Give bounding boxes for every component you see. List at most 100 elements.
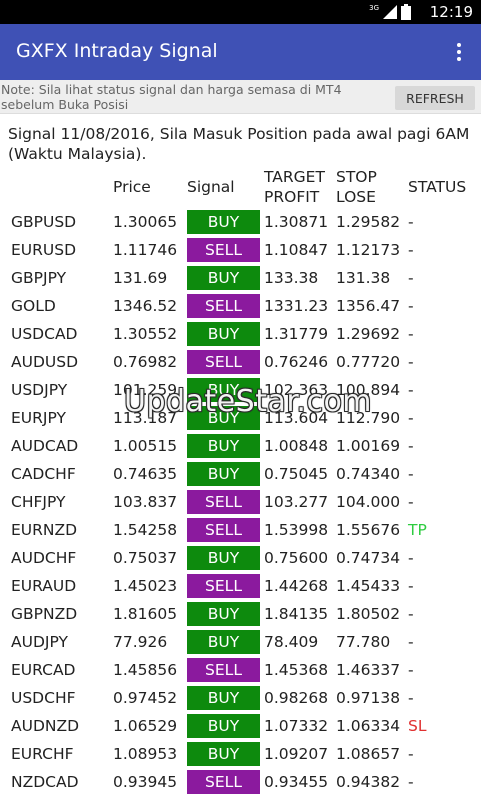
status-value: SL <box>408 717 427 735</box>
table-row: AUDNZD 1.06529 BUY 1.07332 1.06334 SL <box>0 712 481 740</box>
buy-badge: BUY <box>187 546 260 570</box>
pair-name: EURCHF <box>11 745 74 763</box>
buy-badge: BUY <box>187 742 260 766</box>
sell-badge: SELL <box>187 574 260 598</box>
table-row: CHFJPY 103.837 SELL 103.277 104.000- <box>0 488 481 516</box>
status-value: - <box>408 325 414 343</box>
table-row: AUDJPY 77.926 BUY 78.409 77.780- <box>0 628 481 656</box>
stop-lose-value: 1.00169 <box>336 437 401 455</box>
buy-badge: BUY <box>187 686 260 710</box>
buy-badge: BUY <box>187 602 260 626</box>
target-profit-value: 0.75045 <box>264 465 329 483</box>
status-value: - <box>408 241 414 259</box>
header-signal: Signal <box>187 178 235 196</box>
table-row: EURJPY 113.187 BUY 113.604 112.790- <box>0 404 481 432</box>
price-value: 77.926 <box>113 633 168 651</box>
stop-lose-value: 1.12173 <box>336 241 401 259</box>
buy-badge: BUY <box>187 630 260 654</box>
stop-lose-value: 1.06334 <box>336 717 401 735</box>
status-value: - <box>408 409 414 427</box>
price-value: 1.30065 <box>113 213 178 231</box>
sell-badge: SELL <box>187 238 260 262</box>
price-value: 0.76982 <box>113 353 178 371</box>
target-profit-value: 103.277 <box>264 493 329 511</box>
stop-lose-value: 77.780 <box>336 633 391 651</box>
status-value: - <box>408 745 414 763</box>
buy-badge: BUY <box>187 406 260 430</box>
status-value: - <box>408 633 414 651</box>
price-value: 1.45023 <box>113 577 178 595</box>
table-row: USDCAD 1.30552 BUY 1.31779 1.29692- <box>0 320 481 348</box>
battery-icon <box>401 4 411 20</box>
target-profit-value: 0.98268 <box>264 689 329 707</box>
status-value: - <box>408 661 414 679</box>
table-row: GBPUSD 1.30065 BUY 1.30871 1.29582- <box>0 208 481 236</box>
price-value: 1.00515 <box>113 437 178 455</box>
sell-badge: SELL <box>187 658 260 682</box>
sell-badge: SELL <box>187 350 260 374</box>
table-row: EURNZD 1.54258 SELL 1.53998 1.55676 TP <box>0 516 481 544</box>
pair-name: CHFJPY <box>11 493 66 511</box>
buy-badge: BUY <box>187 714 260 738</box>
table-row: GBPJPY 131.69 BUY 133.38 131.38- <box>0 264 481 292</box>
header-tp-line2: PROFIT <box>264 188 320 206</box>
status-value: - <box>408 689 414 707</box>
signal-info: Signal 11/08/2016, Sila Masuk Position p… <box>8 125 470 163</box>
pair-name: EURNZD <box>11 521 78 539</box>
price-value: 1.11746 <box>113 241 178 259</box>
status-value: - <box>408 605 414 623</box>
stop-lose-value: 1.08657 <box>336 745 401 763</box>
stop-lose-value: 112.790 <box>336 409 401 427</box>
status-value: - <box>408 577 414 595</box>
status-value: - <box>408 773 414 791</box>
pair-name: USDCAD <box>11 325 78 343</box>
pair-name: AUDCHF <box>11 549 77 567</box>
status-value: - <box>408 353 414 371</box>
pair-name: AUDJPY <box>11 633 68 651</box>
target-profit-value: 1.30871 <box>264 213 329 231</box>
pair-name: EURUSD <box>11 241 77 259</box>
price-value: 101.259 <box>113 381 178 399</box>
more-vert-icon[interactable] <box>447 40 471 64</box>
price-value: 1.30552 <box>113 325 178 343</box>
refresh-button[interactable]: REFRESH <box>395 86 475 110</box>
stop-lose-value: 1.45433 <box>336 577 401 595</box>
table-row: AUDUSD 0.76982 SELL 0.76246 0.77720- <box>0 348 481 376</box>
table-row: USDJPY 101.259 BUY 102.363 100.894- <box>0 376 481 404</box>
stop-lose-value: 0.74340 <box>336 465 401 483</box>
price-value: 0.97452 <box>113 689 178 707</box>
stop-lose-value: 0.77720 <box>336 353 401 371</box>
sell-badge: SELL <box>187 294 260 318</box>
price-value: 0.75037 <box>113 549 178 567</box>
stop-lose-value: 0.74734 <box>336 549 401 567</box>
price-value: 1.45856 <box>113 661 178 679</box>
table-row: EURCHF 1.08953 BUY 1.09207 1.08657- <box>0 740 481 768</box>
buy-badge: BUY <box>187 266 260 290</box>
pair-name: EURAUD <box>11 577 77 595</box>
table-row: AUDCAD 1.00515 BUY 1.00848 1.00169- <box>0 432 481 460</box>
table-row: GBPNZD 1.81605 BUY 1.84135 1.80502- <box>0 600 481 628</box>
stop-lose-value: 1.29692 <box>336 325 401 343</box>
header-status: STATUS <box>408 178 467 196</box>
stop-lose-value: 1.80502 <box>336 605 401 623</box>
table-row: EURUSD 1.11746 SELL 1.10847 1.12173- <box>0 236 481 264</box>
price-value: 1.06529 <box>113 717 178 735</box>
buy-badge: BUY <box>187 322 260 346</box>
target-profit-value: 1.45368 <box>264 661 329 679</box>
target-profit-value: 1.84135 <box>264 605 329 623</box>
pair-name: GBPNZD <box>11 605 78 623</box>
table-row: EURAUD 1.45023 SELL 1.44268 1.45433- <box>0 572 481 600</box>
sell-badge: SELL <box>187 518 260 542</box>
status-value: - <box>408 297 414 315</box>
buy-badge: BUY <box>187 434 260 458</box>
pair-name: CADCHF <box>11 465 76 483</box>
target-profit-value: 1.31779 <box>264 325 329 343</box>
stop-lose-value: 0.97138 <box>336 689 401 707</box>
sell-badge: SELL <box>187 770 260 794</box>
target-profit-value: 1.09207 <box>264 745 329 763</box>
pair-name: USDCHF <box>11 689 76 707</box>
target-profit-value: 102.363 <box>264 381 329 399</box>
price-value: 1346.52 <box>113 297 178 315</box>
stop-lose-value: 131.38 <box>336 269 391 287</box>
target-profit-value: 1.00848 <box>264 437 329 455</box>
